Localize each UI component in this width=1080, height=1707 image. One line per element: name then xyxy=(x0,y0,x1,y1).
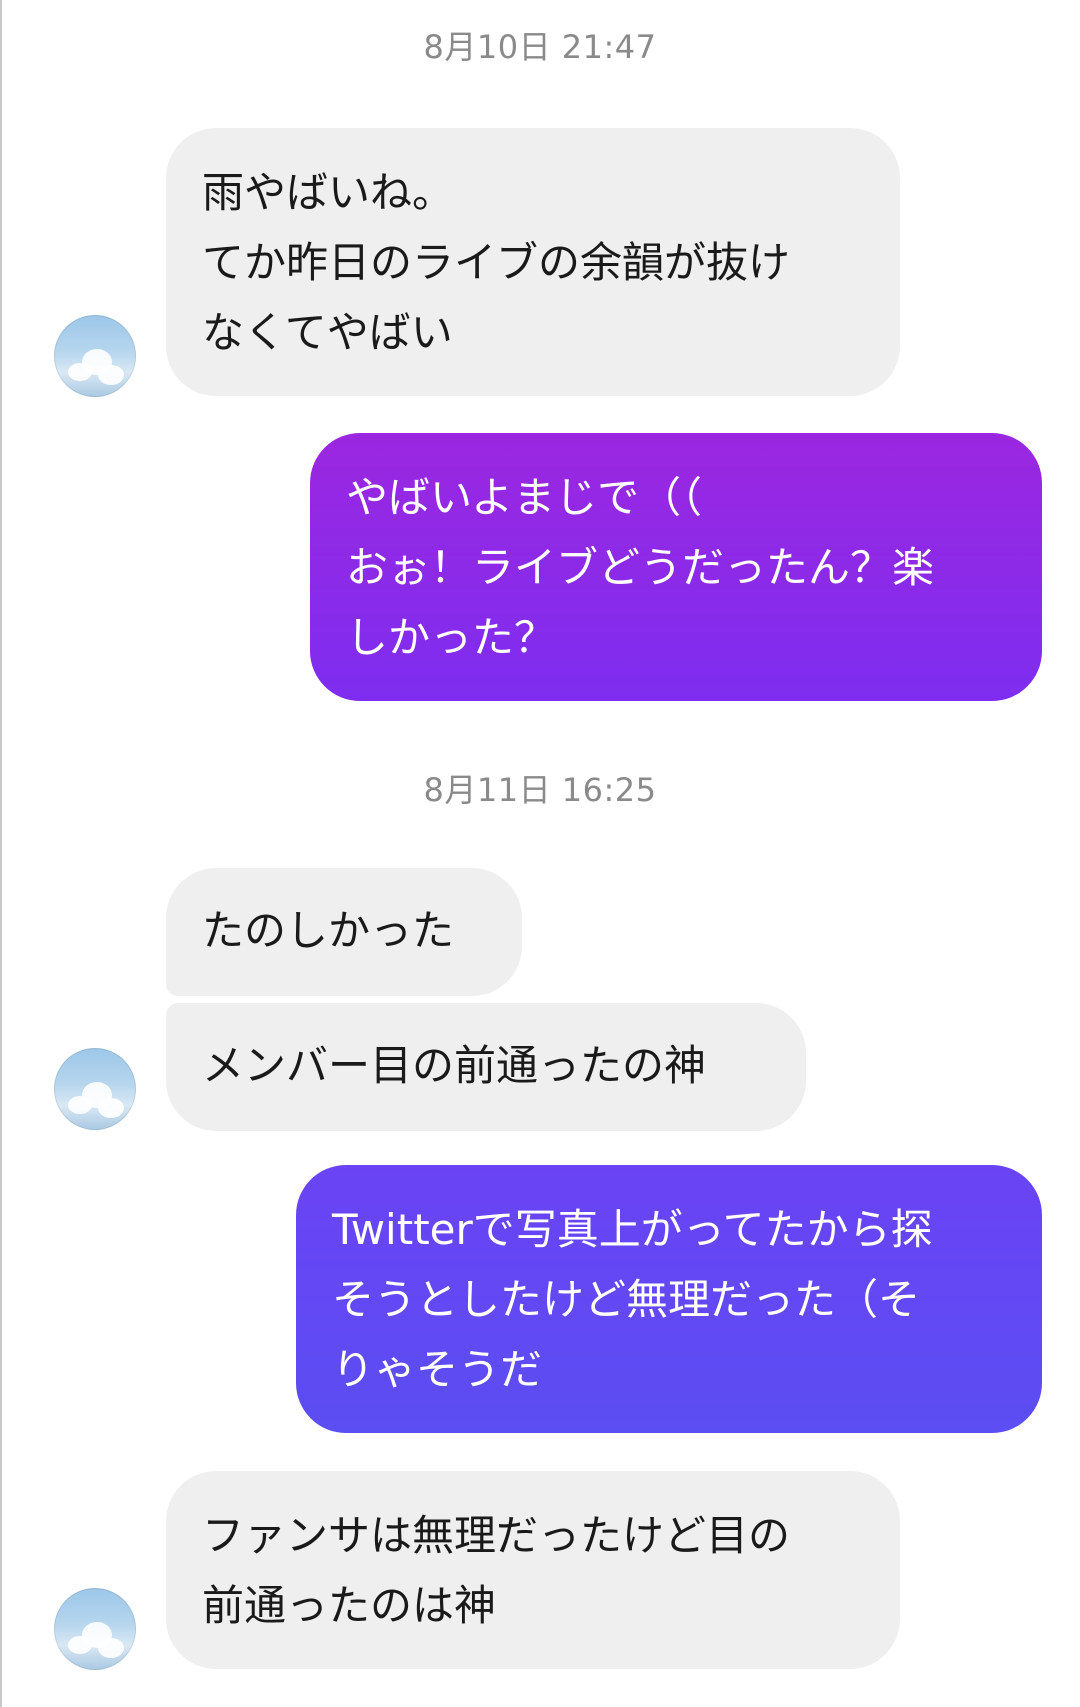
incoming-message-bubble[interactable]: ファンサは無理だったけど目の 前通ったのは神 xyxy=(166,1471,900,1669)
screen-edge xyxy=(0,0,2,1707)
incoming-message-bubble[interactable]: メンバー目の前通ったの神 xyxy=(166,1003,806,1131)
timestamp: 8月10日 21:47 xyxy=(423,28,657,66)
contact-avatar-icon[interactable] xyxy=(54,1588,136,1670)
outgoing-message-bubble[interactable]: やばいよまじで（（ おぉ！ライブどうだったん？楽 しかった？ xyxy=(310,433,1042,701)
incoming-message-bubble[interactable]: 雨やばいね。 てか昨日のライブの余韻が抜け なくてやばい xyxy=(166,128,900,396)
timestamp: 8月11日 16:25 xyxy=(423,771,657,809)
outgoing-message-bubble[interactable]: Twitterで写真上がってたから探 そうとしたけど無理だった（そ りゃそうだ xyxy=(296,1165,1042,1433)
incoming-message-bubble[interactable]: たのしかった xyxy=(166,868,522,996)
contact-avatar-icon[interactable] xyxy=(54,1048,136,1130)
contact-avatar-icon[interactable] xyxy=(54,315,136,397)
